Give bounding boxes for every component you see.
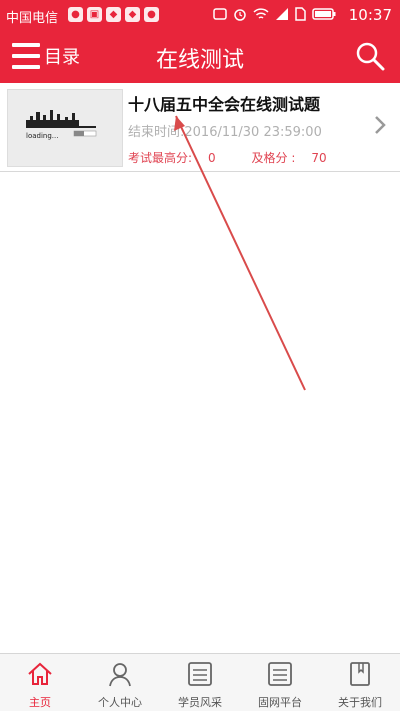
wechat-icon: ● <box>68 7 83 22</box>
max-score: 考试最高分: 0 <box>128 151 232 165</box>
tab-network-platform[interactable]: 固网平台 <box>240 654 320 711</box>
book-icon <box>350 662 370 686</box>
end-time-value: 2016/11/30 23:59:00 <box>184 125 322 140</box>
home-icon <box>28 662 52 685</box>
alarm-icon <box>234 9 246 21</box>
carrier-name: 中国电信 <box>6 11 59 26</box>
thumbnail-text: loading... <box>26 132 58 140</box>
tab-home[interactable]: 主页 <box>0 654 80 711</box>
test-thumbnail: loading... <box>7 89 123 167</box>
max-score-value: 0 <box>208 151 216 165</box>
page-title: 在线测试 <box>155 48 244 73</box>
tab-about-us[interactable]: 关于我们 <box>320 654 400 711</box>
app-icon: ◆ <box>125 7 140 22</box>
end-time-label: 结束时间: <box>128 125 185 140</box>
pass-score-label: 及格分 : <box>251 151 296 165</box>
list-icon <box>268 662 292 686</box>
person-icon <box>109 663 131 687</box>
system-icons <box>213 7 336 21</box>
battery-icon <box>312 8 336 20</box>
notification-icons: ● ▣ ◆ ◆ ● <box>68 7 159 22</box>
list-icon <box>188 662 212 686</box>
chevron-right-icon <box>375 116 386 134</box>
status-bar: 中国电信 ● ▣ ◆ ◆ ● 10:37 <box>0 0 400 30</box>
tab-student-showcase[interactable]: 学员风采 <box>160 654 240 711</box>
max-score-label: 考试最高分: <box>128 151 193 165</box>
skyline-image: loading... <box>26 110 97 140</box>
test-title: 十八届五中全会在线测试题 <box>128 95 321 114</box>
test-list-item[interactable]: loading... 十八届五中全会在线测试题 结束时间:2016/11/30 … <box>0 83 400 172</box>
wifi-icon <box>253 8 269 19</box>
tab-label: 主页 <box>29 696 51 709</box>
gallery-icon: ▣ <box>87 7 102 22</box>
app-header: 目录 在线测试 <box>0 30 400 83</box>
test-scores: 考试最高分: 0 及格分 : 70 <box>128 149 359 166</box>
app-icon: ◆ <box>106 7 121 22</box>
clock: 10:37 <box>348 6 392 24</box>
nfc-icon <box>213 8 227 20</box>
search-icon[interactable] <box>354 40 386 72</box>
tab-label: 关于我们 <box>338 696 382 709</box>
bottom-navigation: 主页 个人中心 学员风采 固网平台 关于我们 <box>0 653 400 711</box>
pass-score-value: 70 <box>311 151 327 165</box>
pass-score: 及格分 : 70 <box>252 151 343 165</box>
sim-icon <box>295 7 306 21</box>
signal-icon <box>276 8 288 20</box>
tab-label: 个人中心 <box>98 696 142 709</box>
tab-label: 学员风采 <box>178 696 222 709</box>
chat-icon: ● <box>144 7 159 22</box>
test-end-time: 结束时间:2016/11/30 23:59:00 <box>128 121 322 140</box>
tab-profile[interactable]: 个人中心 <box>80 654 160 711</box>
tab-label: 固网平台 <box>258 696 302 709</box>
